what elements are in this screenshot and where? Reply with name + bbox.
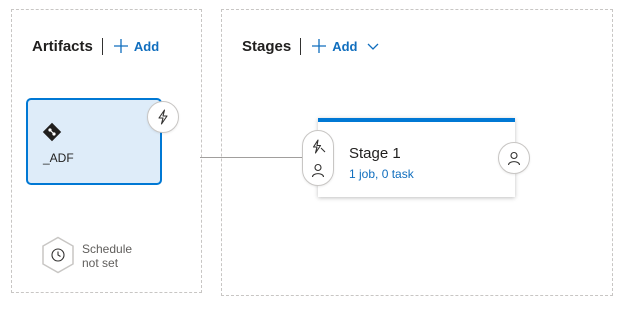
- artifacts-header: Artifacts Add: [32, 35, 159, 57]
- pre-deployment-conditions: [302, 130, 334, 186]
- lightning-person-icon[interactable]: [310, 139, 326, 155]
- clock-icon[interactable]: [40, 236, 76, 274]
- header-separator: [101, 37, 103, 55]
- stage-card[interactable]: Stage 1 1 job, 0 task: [318, 118, 515, 197]
- stage-name: Stage 1: [349, 145, 401, 162]
- schedule-line2: not set: [82, 256, 119, 270]
- lightning-icon: [158, 109, 168, 125]
- add-stage-label: Add: [332, 38, 358, 54]
- schedule-status: Schedule not set: [82, 242, 132, 270]
- add-stage-button[interactable]: Add: [311, 38, 380, 54]
- person-icon: [507, 151, 521, 166]
- add-artifact-label: Add: [133, 38, 160, 54]
- pipeline-connector: [200, 157, 304, 158]
- artifacts-title: Artifacts: [32, 37, 93, 55]
- add-artifact-button[interactable]: Add: [113, 38, 159, 54]
- plus-icon: [113, 39, 128, 53]
- continuous-deployment-trigger-button[interactable]: [147, 101, 179, 133]
- header-separator: [300, 37, 302, 55]
- plus-icon: [312, 39, 327, 53]
- stages-header: Stages Add: [242, 35, 380, 57]
- git-icon: [42, 122, 62, 142]
- stage-tasks-link[interactable]: 1 job, 0 task: [349, 167, 414, 181]
- artifact-name: _ADF: [43, 151, 74, 165]
- post-deployment-approvals-button[interactable]: [498, 142, 530, 174]
- chevron-down-icon: [368, 43, 379, 50]
- schedule-line1: Schedule: [82, 242, 133, 256]
- stages-title: Stages: [242, 37, 292, 55]
- artifact-card[interactable]: _ADF: [26, 98, 162, 185]
- person-icon[interactable]: [310, 162, 326, 178]
